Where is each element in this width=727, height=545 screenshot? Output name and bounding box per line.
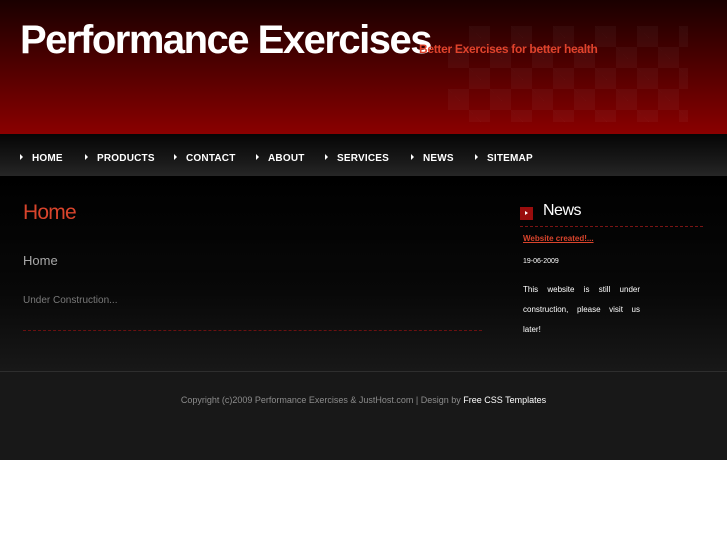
menu-label: SITEMAP xyxy=(487,153,533,164)
copyright-text: Copyright (c)2009 Performance Exercises … xyxy=(180,395,461,405)
menu-link-home[interactable]: HOME xyxy=(20,152,63,166)
checker-pattern xyxy=(448,26,688,122)
header: Performance Exercises Better Exercises f… xyxy=(0,0,727,134)
menu-item-news: NEWS xyxy=(411,148,454,164)
news-date: 19-06-2009 xyxy=(523,258,559,265)
menu-bullet-icon xyxy=(256,154,259,160)
menu-item-about: ABOUT xyxy=(256,148,305,164)
menu-label: SERVICES xyxy=(337,153,389,164)
menu-bullet-icon xyxy=(325,154,328,160)
copyright: Copyright (c)2009 Performance Exercises … xyxy=(0,395,727,405)
news-arrow-icon xyxy=(520,207,533,220)
menu-link-products[interactable]: PRODUCTS xyxy=(85,152,155,166)
menu-link-contact[interactable]: CONTACT xyxy=(174,152,236,166)
menu-label: PRODUCTS xyxy=(97,153,155,164)
content-area: Home Home Under Construction... News Web… xyxy=(0,176,727,371)
menu-item-sitemap: SITEMAP xyxy=(475,148,533,164)
post-title: Home xyxy=(23,253,58,268)
site-title[interactable]: Performance Exercises xyxy=(20,18,433,63)
news-post-link[interactable]: Website created!... xyxy=(523,234,594,243)
design-link[interactable]: Free CSS Templates xyxy=(463,395,546,405)
menu-label: CONTACT xyxy=(186,153,236,164)
menu-item-products: PRODUCTS xyxy=(85,148,155,164)
menu-item-home: HOME xyxy=(20,148,63,164)
menu-label: NEWS xyxy=(423,153,454,164)
menu-item-contact: CONTACT xyxy=(174,148,236,164)
page-title: Home xyxy=(23,201,77,224)
menu-link-news[interactable]: NEWS xyxy=(411,152,454,166)
news-divider xyxy=(520,226,703,227)
menu-bullet-icon xyxy=(411,154,414,160)
menu-bullet-icon xyxy=(85,154,88,160)
menu-label: HOME xyxy=(32,153,63,164)
footer: Copyright (c)2009 Performance Exercises … xyxy=(0,371,727,460)
menu-bullet-icon xyxy=(174,154,177,160)
menu-label: ABOUT xyxy=(268,153,305,164)
main-menu: HOME PRODUCTS CONTACT ABOUT SERVICES NEW… xyxy=(0,134,727,176)
post-divider xyxy=(23,330,482,331)
menu-link-about[interactable]: ABOUT xyxy=(256,152,305,166)
menu-bullet-icon xyxy=(20,154,23,160)
menu-link-services[interactable]: SERVICES xyxy=(325,152,389,166)
news-heading: News xyxy=(543,202,582,219)
menu-link-sitemap[interactable]: SITEMAP xyxy=(475,152,533,166)
news-body: This website is still under construction… xyxy=(523,285,640,334)
post-body: Under Construction... xyxy=(23,295,118,306)
menu-bullet-icon xyxy=(475,154,478,160)
menu-item-services: SERVICES xyxy=(325,148,389,164)
site-slogan: Better Exercises for better health xyxy=(419,42,598,56)
